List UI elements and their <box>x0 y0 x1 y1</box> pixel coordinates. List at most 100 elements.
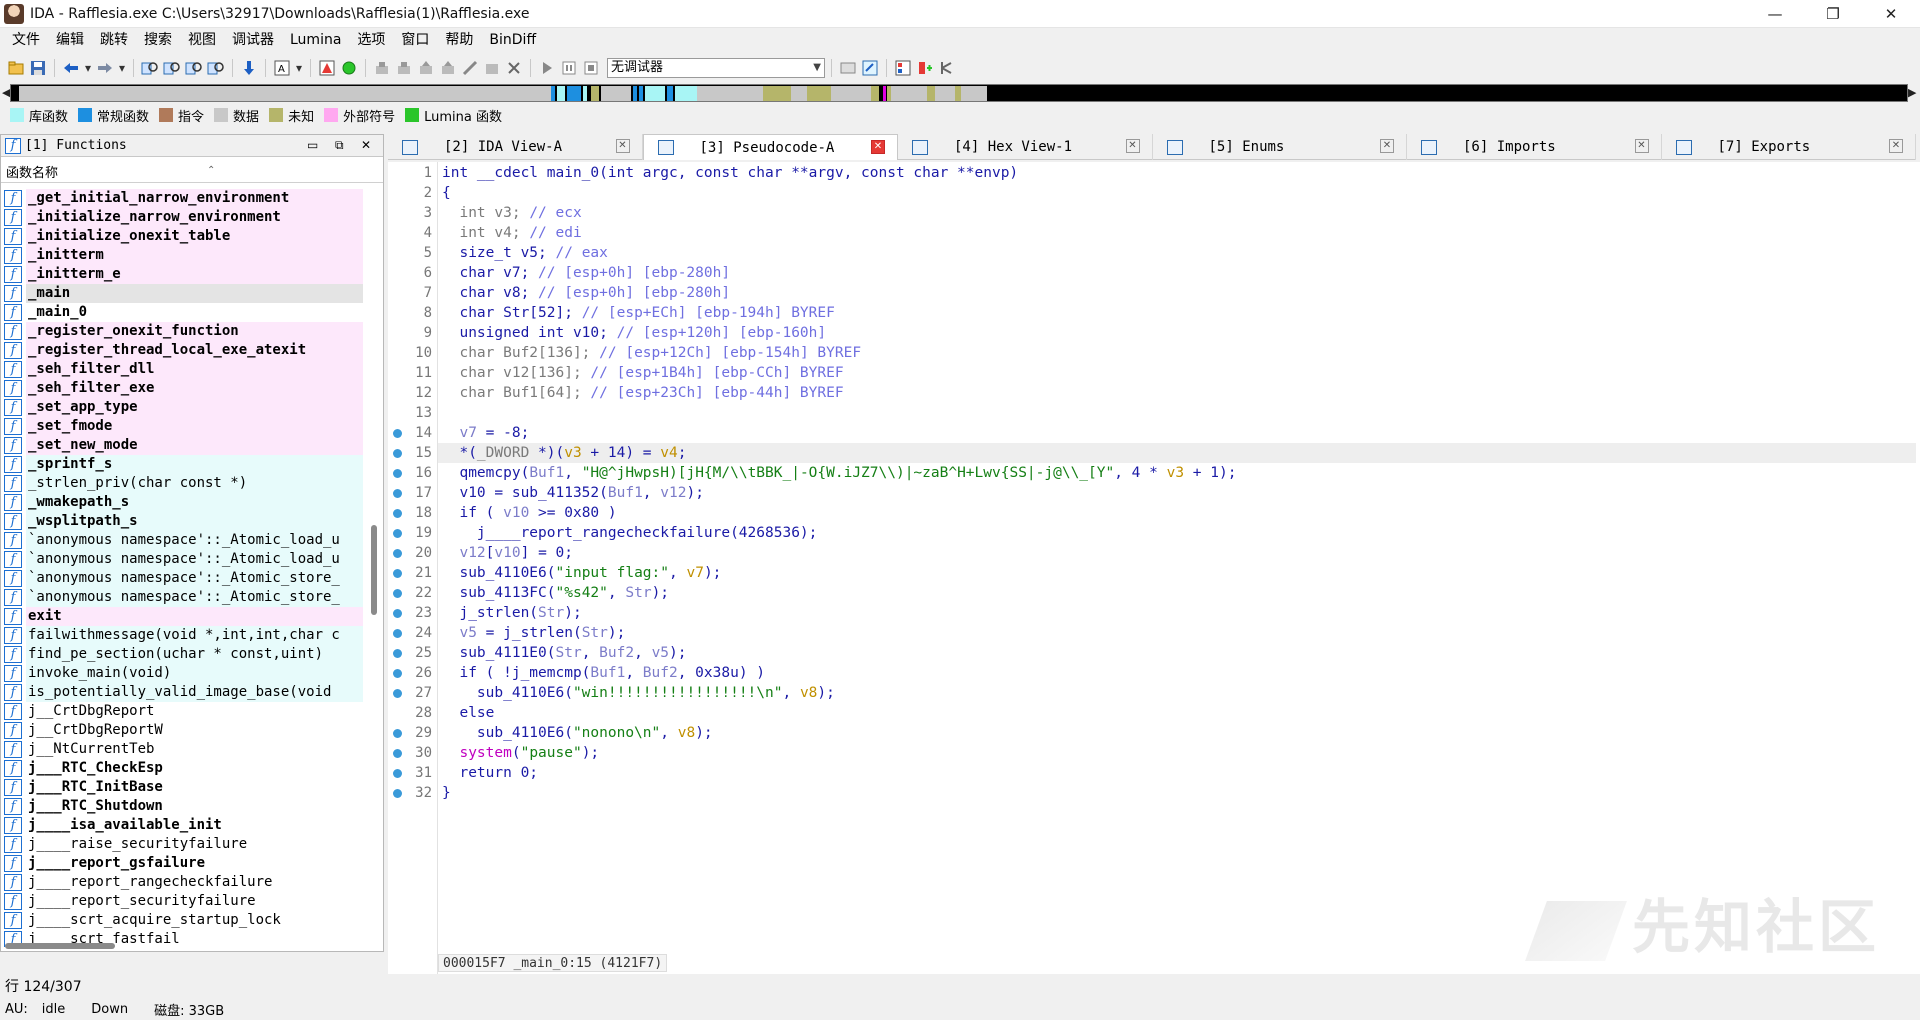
code-line[interactable]: int __cdecl main_0(int argc, const char … <box>438 163 1916 183</box>
nav-right-arrow-icon[interactable]: ▶ <box>1908 86 1916 99</box>
menu-item[interactable]: 选项 <box>349 29 393 51</box>
code-line[interactable]: j_strlen(Str); <box>438 603 1916 623</box>
menu-item[interactable]: 文件 <box>4 29 48 51</box>
search-binary-icon[interactable] <box>140 58 160 78</box>
function-row[interactable]: f _register_onexit_function <box>1 322 363 341</box>
function-row[interactable]: f j__NtCurrentTeb <box>1 740 363 759</box>
function-row[interactable]: f find_pe_section(uchar * const,uint) <box>1 645 363 664</box>
maximize-button[interactable]: ❐ <box>1804 0 1862 28</box>
function-row[interactable]: f j____report_gsfailure <box>1 854 363 873</box>
code-line[interactable]: char v7; // [esp+0h] [ebp-280h] <box>438 263 1916 283</box>
graph-view-icon[interactable] <box>317 58 337 78</box>
function-row[interactable]: f is_potentially_valid_image_base(void <box>1 683 363 702</box>
function-row[interactable]: f invoke_main(void) <box>1 664 363 683</box>
search-next-icon[interactable] <box>206 58 226 78</box>
line-number[interactable]: 14 <box>388 423 438 443</box>
function-row[interactable]: f _get_initial_narrow_environment <box>1 189 363 208</box>
line-number[interactable]: 6 <box>388 263 438 283</box>
function-row[interactable]: f j____scrt_acquire_startup_lock <box>1 911 363 930</box>
function-row[interactable]: f `anonymous namespace'::_Atomic_load_u <box>1 531 363 550</box>
menu-item[interactable]: 搜索 <box>136 29 180 51</box>
function-row[interactable]: f _wsplitpath_s <box>1 512 363 531</box>
column-header-function-name[interactable]: 函数名称 <box>1 161 383 183</box>
line-number[interactable]: 31 <box>388 763 438 783</box>
code-line[interactable]: char Buf2[136]; // [esp+12Ch] [ebp-154h]… <box>438 343 1916 363</box>
line-number[interactable]: 13 <box>388 403 438 423</box>
function-row[interactable]: f j____report_securityfailure <box>1 892 363 911</box>
tab-close-icon[interactable]: ✕ <box>871 140 885 154</box>
format-dropdown-icon[interactable]: ▾ <box>294 58 304 78</box>
panel-minimize-icon[interactable]: ▭ <box>307 138 318 152</box>
code-line[interactable]: int v4; // edi <box>438 223 1916 243</box>
function-row[interactable]: f j__CrtDbgReportW <box>1 721 363 740</box>
jump-down-icon[interactable] <box>239 58 259 78</box>
code-line[interactable]: return 0; <box>438 763 1916 783</box>
line-marker-dot-icon[interactable] <box>393 629 402 638</box>
add-breakpoint-icon[interactable] <box>915 58 935 78</box>
code-line[interactable]: if ( !j_memcmp(Buf1, Buf2, 0x38u) ) <box>438 663 1916 683</box>
function-row[interactable]: f _register_thread_local_exe_atexit <box>1 341 363 360</box>
navigation-band[interactable] <box>10 84 1908 102</box>
forward-dropdown-icon[interactable]: ▾ <box>117 58 127 78</box>
tab-7[interactable]: [7] Exports ✕ <box>1662 134 1916 160</box>
function-row[interactable]: f j___RTC_InitBase <box>1 778 363 797</box>
code-line[interactable]: sub_4110E6("nonono\n", v8); <box>438 723 1916 743</box>
vertical-scrollbar[interactable] <box>367 193 381 941</box>
minimize-button[interactable]: — <box>1746 0 1804 28</box>
function-row[interactable]: f `anonymous namespace'::_Atomic_store_ <box>1 569 363 588</box>
horizontal-scrollbar[interactable] <box>5 943 115 949</box>
tracing-icon[interactable] <box>937 58 957 78</box>
code-line[interactable]: system("pause"); <box>438 743 1916 763</box>
line-number[interactable]: 24 <box>388 623 438 643</box>
code-line[interactable]: { <box>438 183 1916 203</box>
patch-icon[interactable] <box>416 58 436 78</box>
line-marker-dot-icon[interactable] <box>393 749 402 758</box>
line-number[interactable]: 2 <box>388 183 438 203</box>
back-arrow-icon[interactable] <box>61 58 81 78</box>
code-line[interactable]: if ( v10 >= 0x80 ) <box>438 503 1916 523</box>
menu-item[interactable]: 调试器 <box>224 29 282 51</box>
tab-6[interactable]: [6] Imports ✕ <box>1407 134 1662 160</box>
line-number[interactable]: 17 <box>388 483 438 503</box>
search-immediate-icon[interactable] <box>184 58 204 78</box>
back-dropdown-icon[interactable]: ▾ <box>83 58 93 78</box>
function-row[interactable]: f exit <box>1 607 363 626</box>
patch-dropdown-icon[interactable] <box>438 58 458 78</box>
function-row[interactable]: f j____isa_available_init <box>1 816 363 835</box>
code-line[interactable]: v12[v10] = 0; <box>438 543 1916 563</box>
script-icon[interactable] <box>482 58 502 78</box>
line-number[interactable]: 11 <box>388 363 438 383</box>
line-marker-dot-icon[interactable] <box>393 589 402 598</box>
breakpoint-list-icon[interactable] <box>893 58 913 78</box>
line-number[interactable]: 3 <box>388 203 438 223</box>
menu-item[interactable]: Lumina <box>282 29 349 51</box>
tab-close-icon[interactable]: ✕ <box>1380 139 1394 153</box>
code-line[interactable] <box>438 403 1916 423</box>
function-row[interactable]: f `anonymous namespace'::_Atomic_store_ <box>1 588 363 607</box>
function-row[interactable]: f _seh_filter_dll <box>1 360 363 379</box>
function-row[interactable]: f _initialize_onexit_table <box>1 227 363 246</box>
code-line[interactable]: j____report_rangecheckfailure(4268536); <box>438 523 1916 543</box>
function-row[interactable]: f failwithmessage(void *,int,int,char c <box>1 626 363 645</box>
code-line-highlighted[interactable]: *(_DWORD *)(v3 + 14) = v4; <box>438 443 1916 463</box>
line-marker-dot-icon[interactable] <box>393 789 402 798</box>
line-number[interactable]: 26 <box>388 663 438 683</box>
code-line[interactable]: char v8; // [esp+0h] [ebp-280h] <box>438 283 1916 303</box>
line-number[interactable]: 5 <box>388 243 438 263</box>
function-row[interactable]: f j___RTC_Shutdown <box>1 797 363 816</box>
line-marker-dot-icon[interactable] <box>393 609 402 618</box>
line-number[interactable]: 25 <box>388 643 438 663</box>
code-line[interactable]: sub_4110E6("input flag:", v7); <box>438 563 1916 583</box>
menu-item[interactable]: 编辑 <box>48 29 92 51</box>
tab-2[interactable]: [2] IDA View-A ✕ <box>388 134 643 160</box>
tab-close-icon[interactable]: ✕ <box>1889 139 1903 153</box>
save-icon[interactable] <box>28 58 48 78</box>
text-format-icon[interactable]: A <box>272 58 292 78</box>
line-marker-dot-icon[interactable] <box>393 449 402 458</box>
line-number[interactable]: 16 <box>388 463 438 483</box>
tab-3[interactable]: [3] Pseudocode-A ✕ <box>642 134 898 160</box>
function-row[interactable]: f _initterm <box>1 246 363 265</box>
line-number[interactable]: 9 <box>388 323 438 343</box>
code-line[interactable]: v5 = j_strlen(Str); <box>438 623 1916 643</box>
line-marker-dot-icon[interactable] <box>393 509 402 518</box>
